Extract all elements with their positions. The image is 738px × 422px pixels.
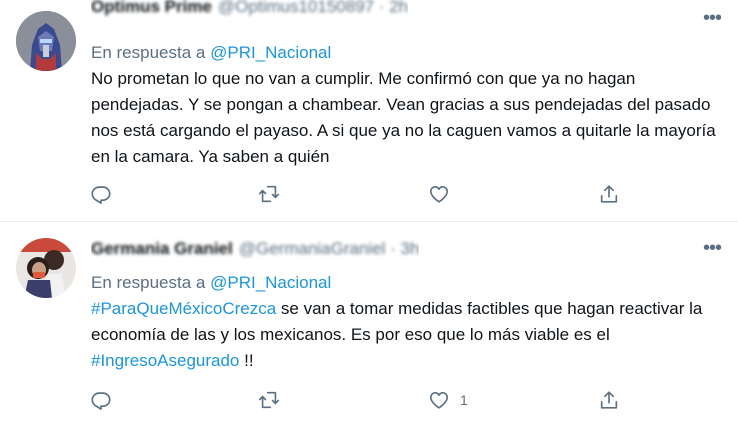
tweet-header: Optimus Prime @Optimus10150897 · 2h	[91, 0, 408, 19]
share-button[interactable]	[598, 388, 620, 412]
retweet-icon	[258, 185, 280, 203]
avatar[interactable]	[16, 238, 76, 298]
hashtag-link[interactable]: #IngresoAsegurado	[91, 351, 239, 370]
retweet-button[interactable]	[258, 388, 280, 412]
author-name[interactable]: Germania Graniel	[91, 239, 233, 258]
retweet-button[interactable]	[258, 182, 280, 206]
tweet-actions: 1	[90, 388, 630, 412]
author-name[interactable]: Optimus Prime	[91, 0, 212, 16]
author-handle[interactable]: @GermaniaGraniel · 3h	[239, 239, 420, 258]
tweet-header: Germania Graniel @GermaniaGraniel · 3h	[91, 239, 419, 261]
heart-icon	[429, 392, 449, 409]
retweet-icon	[258, 391, 280, 409]
reply-mention-link[interactable]: @PRI_Nacional	[210, 273, 331, 292]
reply-button[interactable]	[90, 388, 112, 412]
reply-prefix: En respuesta a	[91, 273, 206, 292]
reply-icon	[91, 186, 111, 204]
more-horizontal-icon[interactable]: •••	[700, 8, 724, 28]
reply-mention-link[interactable]: @PRI_Nacional	[210, 43, 331, 62]
like-count: 1	[460, 392, 468, 408]
reply-context: En respuesta a @PRI_Nacional	[91, 273, 331, 293]
reply-prefix: En respuesta a	[91, 43, 206, 62]
tweet-actions	[90, 182, 630, 206]
share-button[interactable]	[598, 182, 620, 206]
tweet-text-end: !!	[239, 351, 254, 370]
share-icon	[600, 391, 618, 409]
tweet-text: #ParaQueMéxicoCrezca se van a tomar medi…	[91, 296, 726, 374]
heart-icon	[429, 186, 449, 203]
hashtag-link[interactable]: #ParaQueMéxicoCrezca	[91, 299, 276, 318]
tweet-text-middle: se van a tomar medidas factibles que hag…	[91, 299, 703, 344]
avatar[interactable]	[16, 11, 76, 71]
more-horizontal-icon[interactable]: •••	[700, 238, 724, 258]
reply-context: En respuesta a @PRI_Nacional	[91, 43, 331, 63]
tweet[interactable]: Optimus Prime @Optimus10150897 · 2h ••• E…	[0, 0, 738, 222]
tweet-text: No prometan lo que no van a cumplir. Me …	[91, 69, 716, 166]
author-handle[interactable]: @Optimus10150897 · 2h	[218, 0, 408, 16]
tweet-divider	[0, 221, 738, 222]
like-button[interactable]	[428, 182, 460, 206]
reply-button[interactable]	[90, 182, 112, 206]
reply-icon	[91, 392, 111, 410]
like-button[interactable]: 1	[428, 388, 468, 412]
share-icon	[600, 185, 618, 203]
